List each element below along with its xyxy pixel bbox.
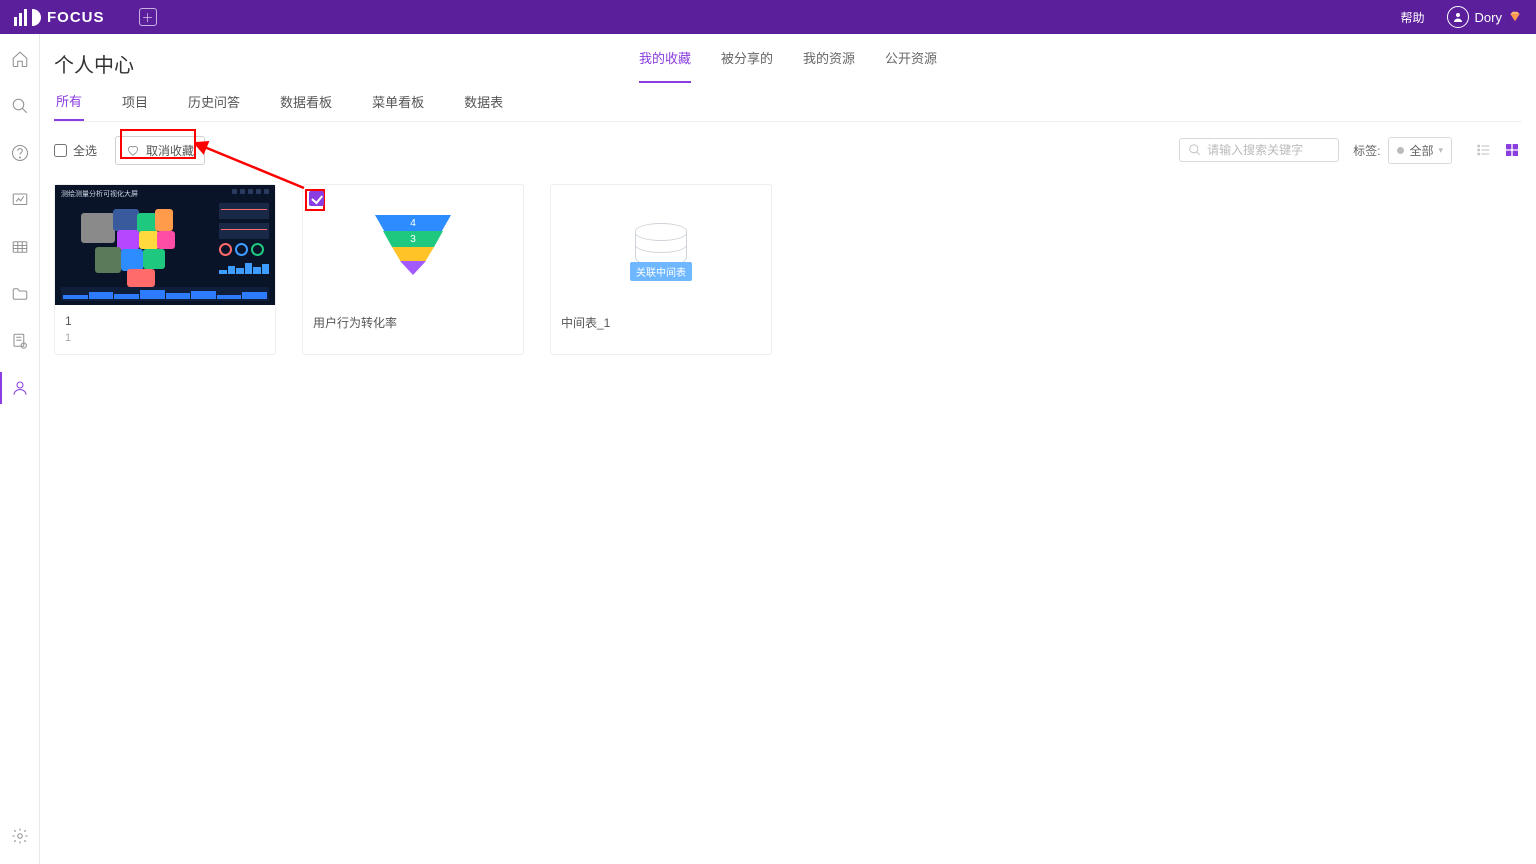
database-icon: 关联中间表 xyxy=(635,223,687,267)
map-dashboard-thumbnail: 测绘测量分析可视化大屏 xyxy=(55,185,275,305)
db-badge: 关联中间表 xyxy=(630,262,692,281)
plus-icon: ＋ xyxy=(141,9,153,26)
subtab-project[interactable]: 项目 xyxy=(120,92,150,120)
select-all-input[interactable] xyxy=(54,144,67,157)
diamond-icon xyxy=(1508,10,1522,24)
card-subtitle: 1 xyxy=(55,332,275,354)
tag-dot-icon xyxy=(1397,147,1404,154)
logo-bars-icon xyxy=(14,9,27,26)
user-center-icon[interactable] xyxy=(10,378,30,398)
card-checkbox-checked[interactable] xyxy=(309,191,324,206)
search-input[interactable] xyxy=(1207,143,1327,157)
brand-text: FOCUS xyxy=(47,9,105,26)
tag-filter-select[interactable]: 全部 ▾ xyxy=(1388,137,1452,164)
tab-my-favorites[interactable]: 我的收藏 xyxy=(639,48,691,83)
user-menu[interactable]: Dory xyxy=(1447,6,1522,28)
unfavorite-label: 取消收藏 xyxy=(146,142,194,159)
select-all-label: 全选 xyxy=(73,142,97,159)
search-icon[interactable] xyxy=(10,96,30,116)
card-title: 用户行为转化率 xyxy=(303,305,523,349)
subtab-data-table[interactable]: 数据表 xyxy=(462,92,505,120)
card-title: 中间表_1 xyxy=(551,305,771,349)
chart-icon[interactable] xyxy=(10,190,30,210)
card-title: 1 xyxy=(55,305,275,332)
unfavorite-button[interactable]: 取消收藏 xyxy=(115,136,205,165)
grid-view-button[interactable] xyxy=(1502,140,1522,160)
help-icon[interactable] xyxy=(10,143,30,163)
subtab-data-dashboard[interactable]: 数据看板 xyxy=(278,92,334,120)
heart-icon xyxy=(126,143,140,157)
tab-my-resources[interactable]: 我的资源 xyxy=(803,48,855,83)
list-view-button[interactable] xyxy=(1474,140,1494,160)
new-button[interactable]: ＋ xyxy=(139,8,157,26)
tab-public-resources[interactable]: 公开资源 xyxy=(885,48,937,83)
home-icon[interactable] xyxy=(10,49,30,69)
resource-card[interactable]: 4 3 用户行为转化率 xyxy=(302,184,524,355)
settings-icon[interactable] xyxy=(10,826,30,846)
select-all-checkbox[interactable]: 全选 xyxy=(54,142,97,159)
logo-half-icon xyxy=(32,9,41,26)
tab-shared-with-me[interactable]: 被分享的 xyxy=(721,48,773,83)
subtab-menu-dashboard[interactable]: 菜单看板 xyxy=(370,92,426,120)
resource-card[interactable]: 关联中间表 中间表_1 xyxy=(550,184,772,355)
resource-card[interactable]: 测绘测量分析可视化大屏 xyxy=(54,184,276,355)
funnel-chart-thumbnail: 4 3 xyxy=(375,215,451,275)
data-config-icon[interactable] xyxy=(10,331,30,351)
subtab-all[interactable]: 所有 xyxy=(54,91,84,121)
user-name: Dory xyxy=(1475,10,1502,25)
tag-filter-value: 全部 xyxy=(1409,142,1433,159)
table-icon[interactable] xyxy=(10,237,30,257)
brand-logo[interactable]: FOCUS xyxy=(14,9,105,26)
folder-icon[interactable] xyxy=(10,284,30,304)
help-link[interactable]: 帮助 xyxy=(1401,9,1425,26)
search-input-wrapper[interactable] xyxy=(1179,138,1339,162)
search-input-icon xyxy=(1188,143,1202,157)
tag-filter-label: 标签: xyxy=(1353,142,1380,159)
subtab-history-qa[interactable]: 历史问答 xyxy=(186,92,242,120)
avatar-icon xyxy=(1447,6,1469,28)
chevron-down-icon: ▾ xyxy=(1438,145,1443,156)
